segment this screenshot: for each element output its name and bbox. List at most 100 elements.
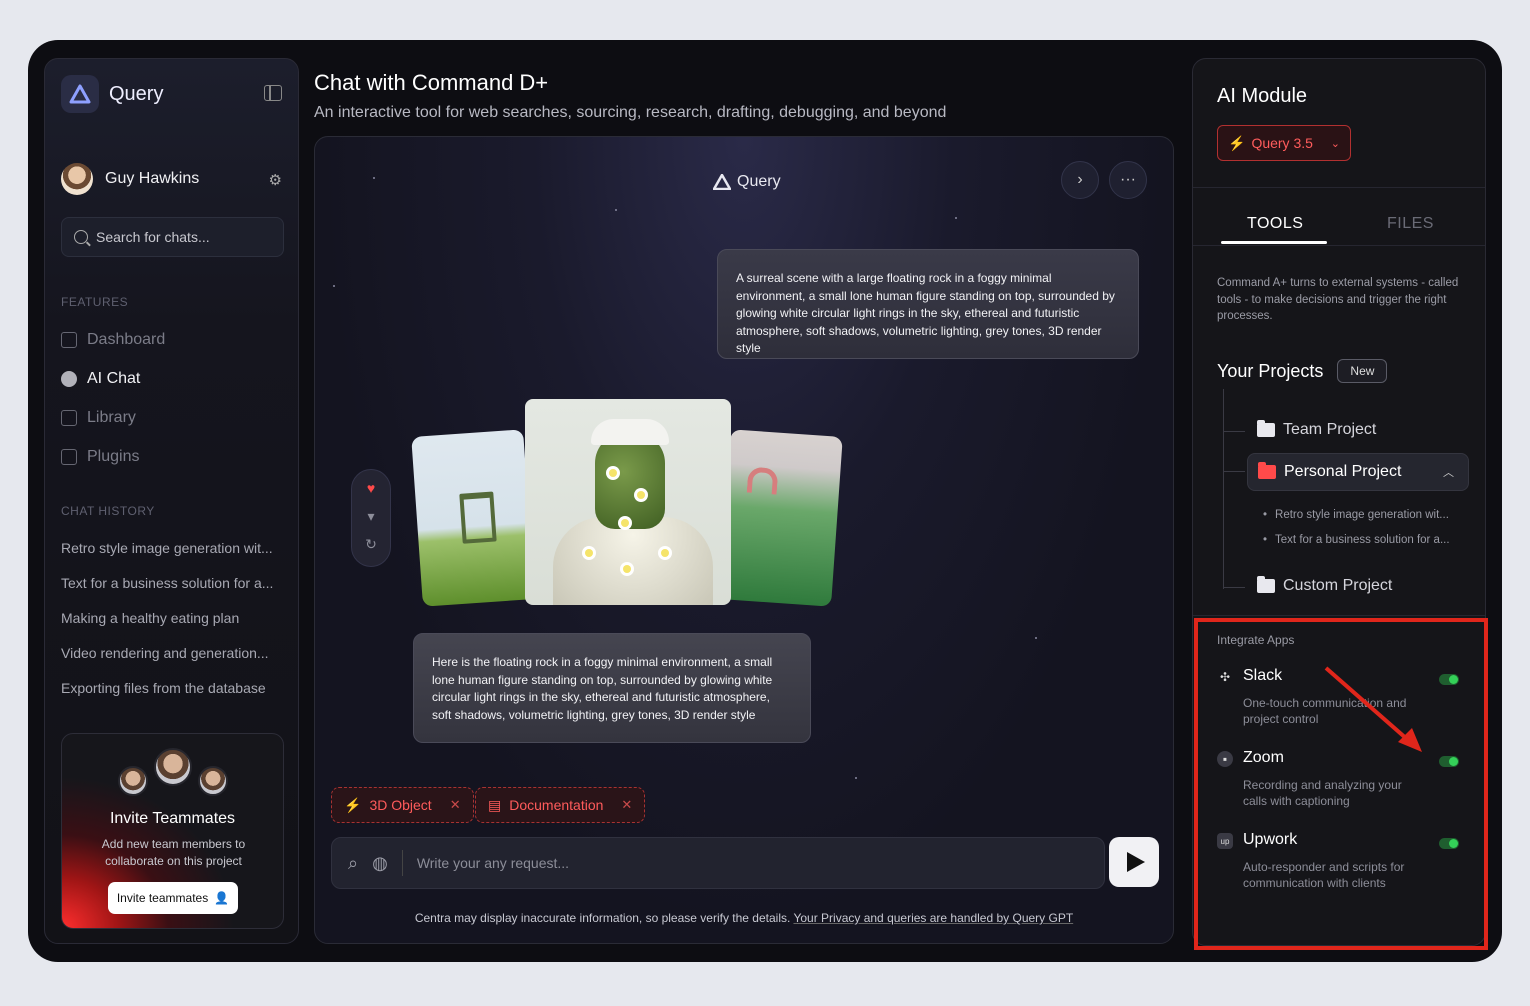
sidebar-item-label: AI Chat — [87, 370, 141, 387]
figure-head — [595, 433, 665, 529]
send-button[interactable] — [1109, 837, 1159, 887]
brand-name: Query — [109, 82, 164, 105]
tree-branch — [1223, 431, 1245, 432]
search-input[interactable] — [96, 229, 266, 245]
invite-description: Add new team members to collaborate on t… — [101, 837, 246, 868]
chevron-right-button[interactable]: › — [1061, 161, 1099, 199]
regenerate-icon[interactable]: ↻ — [352, 536, 390, 553]
tree-branch — [1223, 587, 1245, 588]
project-custom[interactable]: Custom Project — [1257, 576, 1393, 595]
chat-history-heading: CHAT HISTORY — [61, 504, 155, 518]
project-label: Personal Project — [1284, 463, 1402, 480]
sidebar-item-ai-chat[interactable]: AI Chat — [61, 370, 140, 388]
message-composer: ⌕ ◍ — [331, 837, 1105, 889]
globe-icon[interactable]: ◍ — [372, 853, 388, 874]
model-value: Query 3.5 — [1251, 135, 1313, 151]
invite-teammates-button[interactable]: Invite teammates 👤 — [108, 882, 238, 914]
chip-documentation[interactable]: ▤ Documentation ✕ — [475, 787, 646, 823]
generated-image-right[interactable] — [719, 429, 843, 607]
chat-panel: Query › ··· A surreal scene with a large… — [314, 136, 1174, 944]
more-options-button[interactable]: ··· — [1109, 161, 1147, 199]
chat-history-item[interactable]: Video rendering and generation... — [61, 645, 281, 661]
divider — [1193, 187, 1485, 188]
generated-image-left[interactable] — [411, 429, 535, 607]
sidebar-item-library[interactable]: Library — [61, 409, 136, 427]
teammate-avatars — [118, 748, 238, 808]
panel-title: AI Module — [1217, 85, 1308, 107]
bolt-icon: ⚡ — [1228, 134, 1246, 151]
chat-history-item[interactable]: Exporting files from the database — [61, 680, 281, 696]
heart-icon[interactable]: ♥ — [352, 480, 390, 496]
chat-icon — [61, 371, 77, 387]
model-select[interactable]: ⚡ Query 3.5 ⌄ — [1217, 125, 1351, 161]
close-icon[interactable]: ✕ — [621, 797, 632, 813]
send-icon — [1127, 852, 1145, 872]
generated-image-main[interactable] — [525, 399, 731, 605]
brand[interactable]: Query — [61, 75, 163, 113]
disclaimer-text: Centra may display inaccurate informatio… — [414, 911, 791, 925]
user-profile[interactable]: Guy Hawkins — [61, 163, 199, 195]
folder-icon — [1258, 462, 1276, 479]
new-project-button[interactable]: New — [1337, 359, 1388, 383]
reaction-bar: ♥ ▾ ↻ — [351, 469, 391, 567]
tab-files[interactable]: FILES — [1387, 215, 1434, 233]
query-logo-icon — [61, 75, 99, 113]
gear-icon[interactable]: ⚙ — [269, 171, 282, 189]
page-title: Chat with Command D+ — [314, 70, 549, 95]
search-box[interactable] — [61, 217, 284, 257]
avatar — [61, 163, 93, 195]
avatar — [118, 766, 148, 796]
plugins-icon — [61, 449, 77, 465]
close-icon[interactable]: ✕ — [450, 797, 461, 813]
divider — [1193, 245, 1485, 246]
project-team[interactable]: Team Project — [1257, 420, 1376, 439]
invite-card: Invite Teammates Add new team members to… — [61, 733, 284, 929]
avatar — [198, 766, 228, 796]
chat-history-item[interactable]: Retro style image generation wit... — [61, 540, 281, 556]
project-personal[interactable]: Personal Project ︿ — [1247, 453, 1469, 491]
daisy-shape — [621, 519, 629, 527]
daisy-shape — [637, 491, 645, 499]
chip-label: 3D Object — [369, 797, 432, 813]
project-label: Custom Project — [1283, 577, 1393, 594]
tree-branch — [1223, 471, 1245, 472]
library-icon — [61, 410, 77, 426]
sidebar-item-plugins[interactable]: Plugins — [61, 448, 139, 466]
chevron-down-icon: ⌄ — [1330, 137, 1340, 150]
avatar — [154, 748, 192, 786]
thumbs-down-icon[interactable]: ▾ — [352, 508, 390, 525]
sidebar-toggle-icon[interactable] — [264, 85, 282, 101]
star-decoration — [1035, 637, 1037, 639]
daisy-shape — [609, 469, 617, 477]
daisy-shape — [623, 565, 631, 573]
daisy-shape — [661, 549, 669, 557]
folder-icon — [1257, 420, 1275, 437]
add-user-icon: 👤 — [214, 891, 230, 905]
chair-shape — [459, 491, 497, 544]
projects-header: Your Projects New — [1217, 359, 1388, 383]
message-input[interactable] — [416, 855, 1017, 871]
chip-3d-object[interactable]: ⚡ 3D Object ✕ — [331, 787, 474, 823]
daisy-shape — [585, 549, 593, 557]
project-chat-item[interactable]: Retro style image generation wit... — [1263, 509, 1459, 521]
chat-history-item[interactable]: Text for a business solution for a... — [61, 575, 281, 591]
chat-history-item[interactable]: Making a healthy eating plan — [61, 610, 281, 626]
chevron-up-icon[interactable]: ︿ — [1443, 464, 1454, 480]
disclaimer: Centra may display inaccurate informatio… — [315, 911, 1173, 925]
user-name: Guy Hawkins — [105, 170, 200, 187]
folder-icon — [1257, 576, 1275, 593]
sidebar-item-label: Library — [87, 409, 136, 426]
attach-icon[interactable]: ⌕ — [348, 853, 358, 874]
query-logo-icon — [713, 174, 731, 190]
star-decoration — [373, 177, 375, 179]
highlight-box — [1194, 618, 1488, 950]
tab-tools[interactable]: TOOLS — [1247, 215, 1303, 233]
figure-body — [553, 517, 713, 605]
sidebar-item-dashboard[interactable]: Dashboard — [61, 331, 165, 349]
privacy-link[interactable]: Your Privacy and queries are handled by … — [793, 911, 1073, 925]
project-chat-item[interactable]: Text for a business solution for a... — [1263, 534, 1459, 546]
sidebar-item-label: Dashboard — [87, 331, 166, 348]
star-decoration — [615, 209, 617, 211]
search-icon — [74, 230, 88, 244]
features-heading: FEATURES — [61, 295, 129, 309]
